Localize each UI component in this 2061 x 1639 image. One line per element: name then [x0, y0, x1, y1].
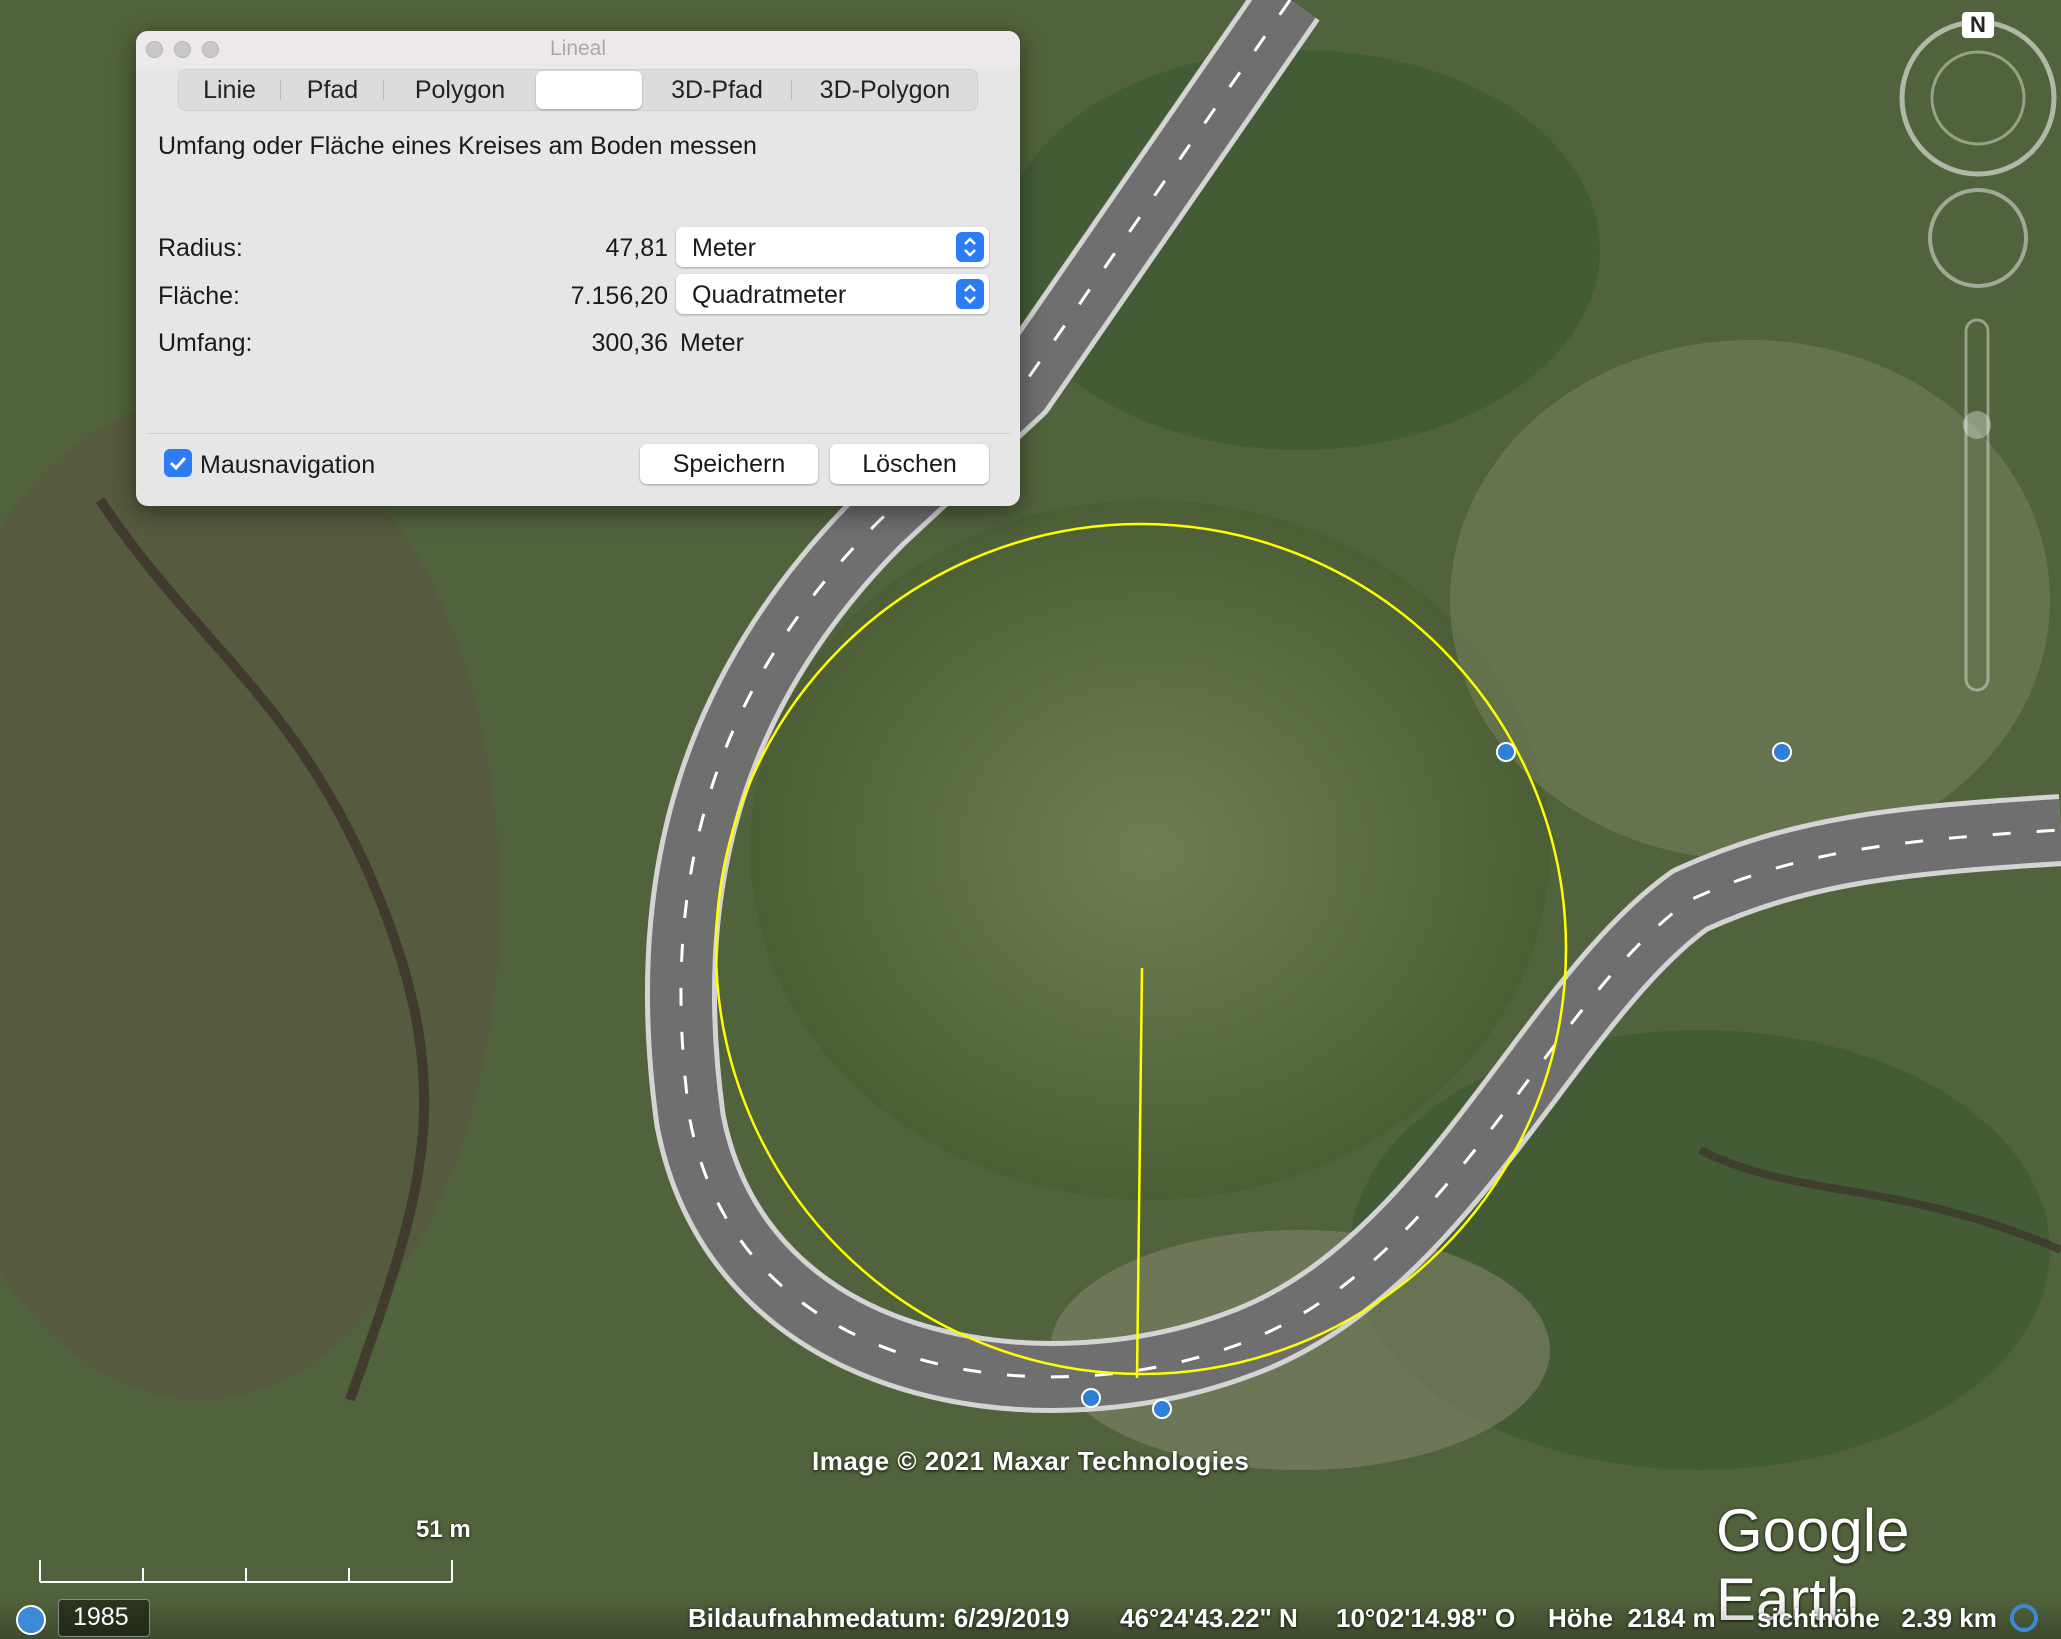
save-button[interactable]: Speichern [640, 444, 818, 484]
placemark-icon[interactable] [1496, 742, 1516, 762]
mouse-navigation-checkbox[interactable] [164, 449, 192, 477]
area-label: Fläche: [158, 282, 240, 310]
radius-label: Radius: [158, 234, 243, 262]
checkmark-icon [169, 456, 187, 471]
streaming-indicator-icon [2010, 1604, 2038, 1632]
radius-unit-select[interactable]: Meter [676, 227, 989, 267]
ruler-dialog: Lineal Linie Pfad Polygon 3D-Pfad 3D-Pol… [136, 31, 1020, 506]
eye-altitude-readout: sichthöhe 2.39 km [1757, 1603, 1997, 1633]
scale-label: 51 m [416, 1516, 471, 1543]
imagery-date: Bildaufnahmedatum: 6/29/2019 [688, 1603, 1070, 1633]
historical-imagery-icon[interactable] [16, 1605, 46, 1635]
longitude-readout: 10°02'14.98" O [1336, 1603, 1516, 1633]
history-year: 1985 [73, 1603, 129, 1631]
elevation-readout: Höhe 2184 m [1548, 1603, 1716, 1633]
dialog-titlebar[interactable]: Lineal [136, 31, 1020, 69]
radius-value: 47,81 [605, 234, 668, 262]
measure-mode-tabs: Linie Pfad Polygon 3D-Pfad 3D-Polygon [178, 69, 978, 111]
tab-3d-polygon[interactable]: 3D-Polygon [792, 71, 978, 109]
perimeter-value: 300,36 [591, 329, 668, 357]
chevron-updown-icon [956, 279, 984, 309]
mouse-navigation-label: Mausnavigation [200, 451, 376, 479]
area-value: 7.156,20 [570, 282, 668, 310]
imagery-copyright: Image © 2021 Maxar Technologies [812, 1446, 1250, 1476]
chevron-updown-icon [956, 232, 984, 262]
compass-north-label: N [1970, 12, 1986, 37]
history-year-box[interactable]: 1985 [58, 1599, 150, 1637]
area-unit-value: Quadratmeter [692, 281, 847, 309]
tab-3d-pfad[interactable]: 3D-Pfad [642, 71, 792, 109]
placemark-icon[interactable] [1772, 742, 1792, 762]
radius-unit-value: Meter [692, 234, 756, 262]
area-unit-select[interactable]: Quadratmeter [676, 274, 989, 314]
delete-button[interactable]: Löschen [830, 444, 989, 484]
dialog-title: Lineal [549, 37, 607, 60]
perimeter-unit: Meter [680, 329, 744, 357]
tab-pfad[interactable]: Pfad [281, 71, 384, 109]
tab-polygon[interactable]: Polygon [384, 71, 536, 109]
placemark-icon[interactable] [1081, 1388, 1101, 1408]
placemark-icon[interactable] [1152, 1399, 1172, 1419]
perimeter-label: Umfang: [158, 329, 253, 357]
tab-linie[interactable]: Linie [178, 71, 281, 109]
tab-kreis[interactable] [536, 71, 642, 109]
latitude-readout: 46°24'43.22" N [1120, 1603, 1298, 1633]
mode-description: Umfang oder Fläche eines Kreises am Bode… [158, 132, 757, 160]
